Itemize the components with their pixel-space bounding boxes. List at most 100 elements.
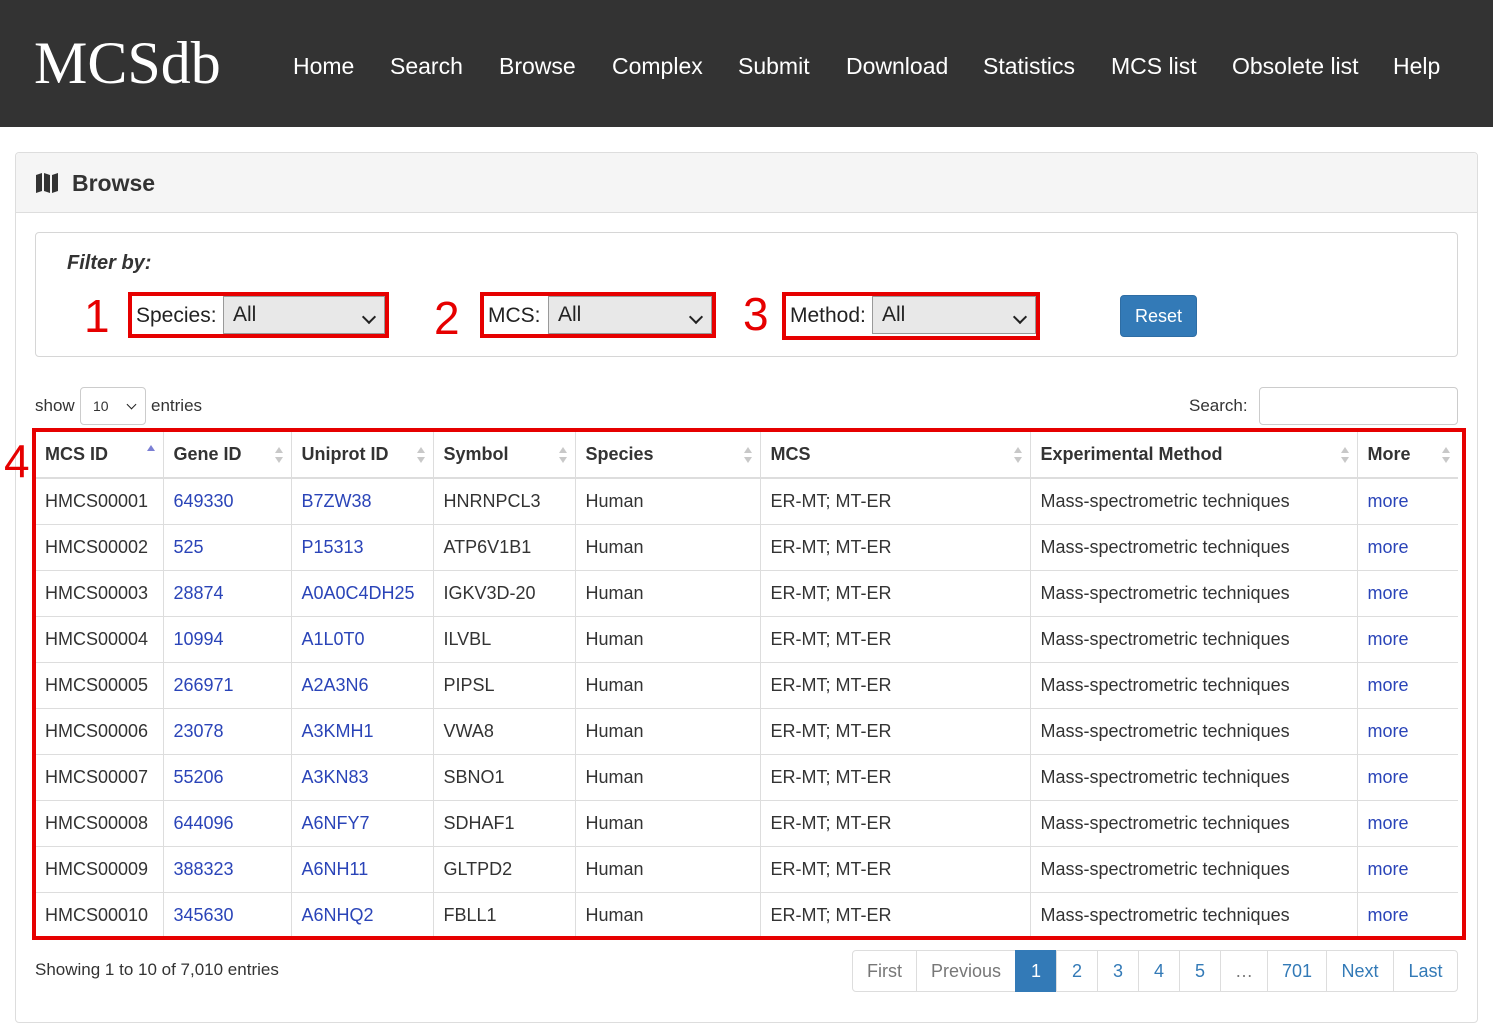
cell-species: Human	[574, 523, 760, 570]
cell-mcs: ER-MT; MT-ER	[759, 753, 1030, 800]
nav-home[interactable]: Home	[293, 52, 354, 80]
cell-mcs: ER-MT; MT-ER	[759, 569, 1030, 616]
cell-gene-id: 55206	[162, 753, 291, 800]
more-link[interactable]: more	[1368, 583, 1409, 603]
gene-id-link[interactable]: 55206	[174, 767, 224, 787]
reset-button[interactable]: Reset	[1120, 295, 1197, 337]
uniprot-id-link[interactable]: A3KMH1	[302, 721, 374, 741]
nav-search[interactable]: Search	[390, 52, 463, 80]
more-link[interactable]: more	[1368, 905, 1409, 925]
uniprot-id-link[interactable]: A6NH11	[302, 859, 369, 879]
cell-species: Human	[574, 707, 760, 754]
uniprot-id-link[interactable]: P15313	[302, 537, 364, 557]
col-header-label: Gene ID	[173, 444, 242, 464]
gene-id-link[interactable]: 388323	[174, 859, 234, 879]
table-row: HMCS00007 55206 A3KN83 SBNO1 Human ER-MT; MT-…	[35, 753, 1458, 800]
cell-species: Human	[574, 661, 760, 708]
page-next-button[interactable]: Next	[1326, 950, 1394, 992]
col-header-symbol[interactable]: Symbol	[432, 432, 575, 479]
entries-per-page-select[interactable]: 10	[80, 387, 146, 425]
nav-statistics[interactable]: Statistics	[983, 52, 1075, 80]
col-header-species[interactable]: Species	[574, 432, 760, 479]
page-2-button[interactable]: 2	[1056, 950, 1098, 992]
cell-uniprot-id: A6NH11	[290, 845, 433, 892]
cell-mcs: ER-MT; MT-ER	[759, 615, 1030, 662]
uniprot-id-link[interactable]: A2A3N6	[302, 675, 369, 695]
gene-id-link[interactable]: 10994	[174, 629, 224, 649]
page-previous-button[interactable]: Previous	[916, 950, 1016, 992]
mcs-label: MCS:	[488, 304, 541, 327]
annotation-number-1: 1	[84, 290, 110, 342]
gene-id-link[interactable]: 644096	[174, 813, 234, 833]
table-row: HMCS00001 649330 B7ZW38 HNRNPCL3 Human ER-MT;…	[35, 477, 1458, 524]
gene-id-link[interactable]: 266971	[174, 675, 234, 695]
cell-more: more	[1356, 753, 1458, 800]
search-input[interactable]	[1259, 387, 1458, 425]
uniprot-id-link[interactable]: A0A0C4DH25	[302, 583, 415, 603]
cell-uniprot-id: A3KMH1	[290, 707, 433, 754]
gene-id-link[interactable]: 28874	[174, 583, 224, 603]
cell-experimental-method: Mass-spectrometric techniques	[1029, 615, 1357, 662]
more-link[interactable]: more	[1368, 537, 1409, 557]
cell-mcs-id: HMCS00009	[35, 845, 163, 892]
nav-obsolete-list[interactable]: Obsolete list	[1232, 52, 1359, 80]
gene-id-link[interactable]: 525	[174, 537, 204, 557]
cell-experimental-method: Mass-spectrometric techniques	[1029, 523, 1357, 570]
page-701-button[interactable]: 701	[1267, 950, 1327, 992]
uniprot-id-link[interactable]: A3KN83	[302, 767, 369, 787]
nav-mcs-list[interactable]: MCS list	[1111, 52, 1197, 80]
gene-id-link[interactable]: 649330	[174, 491, 234, 511]
cell-experimental-method: Mass-spectrometric techniques	[1029, 707, 1357, 754]
method-select[interactable]: All	[872, 296, 1036, 334]
col-header-experimental-method[interactable]: Experimental Method	[1029, 432, 1357, 479]
col-header-label: Uniprot ID	[301, 444, 389, 464]
species-select[interactable]: All	[223, 296, 385, 334]
cell-gene-id: 266971	[162, 661, 291, 708]
panel-title: Browse	[72, 170, 156, 196]
col-header-gene-id[interactable]: Gene ID	[162, 432, 291, 479]
nav-submit[interactable]: Submit	[738, 52, 810, 80]
more-link[interactable]: more	[1368, 767, 1409, 787]
more-link[interactable]: more	[1368, 491, 1409, 511]
mcs-select[interactable]: All	[548, 296, 712, 334]
cell-mcs-id: HMCS00008	[35, 799, 163, 846]
more-link[interactable]: more	[1368, 813, 1409, 833]
col-header-mcs[interactable]: MCS	[759, 432, 1030, 479]
col-header-uniprot-id[interactable]: Uniprot ID	[290, 432, 433, 479]
uniprot-id-link[interactable]: A1L0T0	[302, 629, 365, 649]
nav-download[interactable]: Download	[846, 52, 948, 80]
cell-symbol: SBNO1	[432, 753, 575, 800]
gene-id-link[interactable]: 23078	[174, 721, 224, 741]
nav-complex[interactable]: Complex	[612, 52, 703, 80]
cell-more: more	[1356, 799, 1458, 846]
page-4-button[interactable]: 4	[1138, 950, 1180, 992]
more-link[interactable]: more	[1368, 859, 1409, 879]
cell-species: Human	[574, 891, 760, 938]
uniprot-id-link[interactable]: A6NFY7	[302, 813, 370, 833]
uniprot-id-link[interactable]: B7ZW38	[302, 491, 372, 511]
chevron-down-icon	[1012, 309, 1028, 325]
col-header-more[interactable]: More	[1356, 432, 1458, 479]
page-3-button[interactable]: 3	[1097, 950, 1139, 992]
col-header-mcs-id[interactable]: MCS ID	[35, 432, 163, 479]
gene-id-link[interactable]: 345630	[174, 905, 234, 925]
uniprot-id-link[interactable]: A6NHQ2	[302, 905, 374, 925]
species-select-value: All	[233, 303, 257, 326]
site-logo[interactable]: MCSdb	[34, 28, 221, 98]
entries-per-page-value: 10	[93, 398, 109, 414]
more-link[interactable]: more	[1368, 721, 1409, 741]
sort-icon	[1013, 447, 1022, 465]
page-1-button[interactable]: 1	[1015, 950, 1057, 992]
page-first-button[interactable]: First	[852, 950, 917, 992]
cell-gene-id: 525	[162, 523, 291, 570]
more-link[interactable]: more	[1368, 629, 1409, 649]
page-last-button[interactable]: Last	[1393, 950, 1458, 992]
cell-mcs: ER-MT; MT-ER	[759, 707, 1030, 754]
cell-species: Human	[574, 477, 760, 524]
cell-mcs-id: HMCS00002	[35, 523, 163, 570]
nav-help[interactable]: Help	[1393, 52, 1440, 80]
nav-browse[interactable]: Browse	[499, 52, 576, 80]
page-5-button[interactable]: 5	[1179, 950, 1221, 992]
cell-uniprot-id: A3KN83	[290, 753, 433, 800]
more-link[interactable]: more	[1368, 675, 1409, 695]
